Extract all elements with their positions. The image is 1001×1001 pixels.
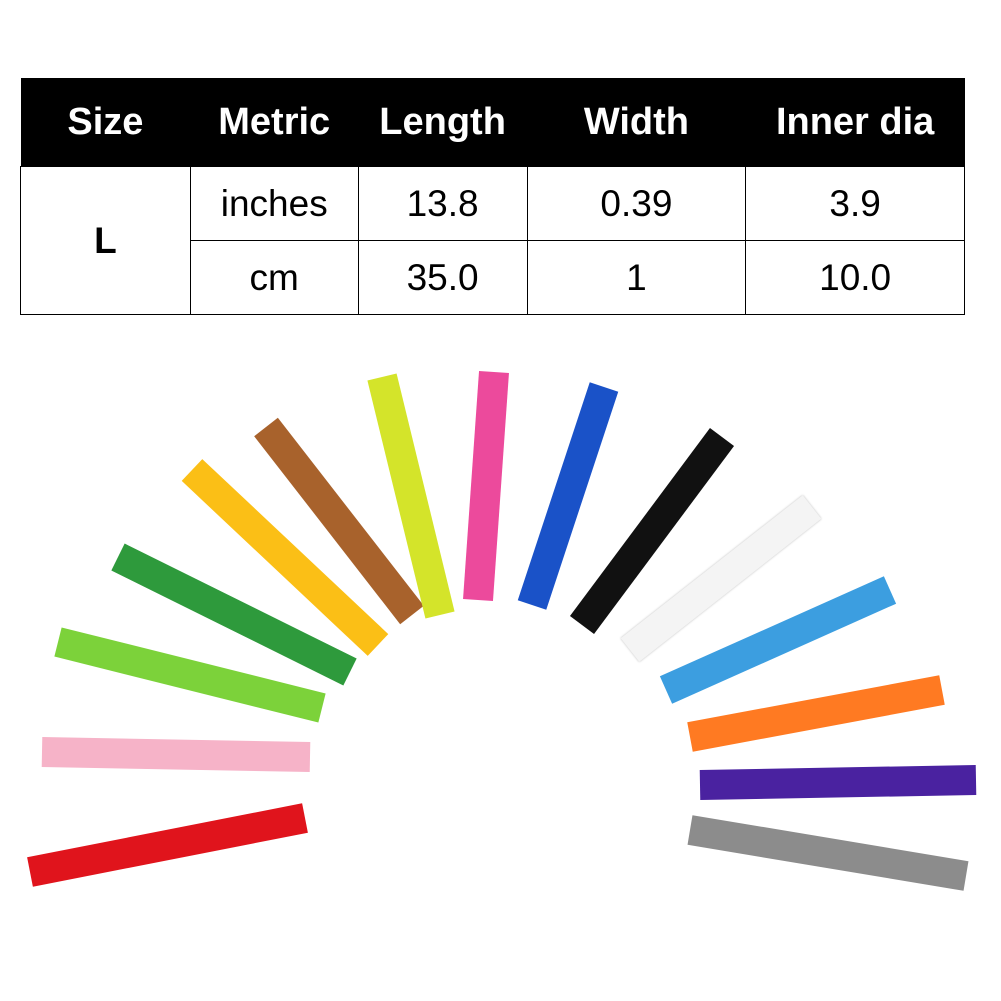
strap-fan-image — [27, 370, 977, 891]
strap — [517, 382, 619, 610]
strap — [27, 803, 308, 887]
strap — [463, 370, 509, 602]
strap — [687, 675, 945, 752]
strap — [699, 765, 977, 800]
strap — [687, 815, 969, 891]
strap — [41, 737, 311, 772]
